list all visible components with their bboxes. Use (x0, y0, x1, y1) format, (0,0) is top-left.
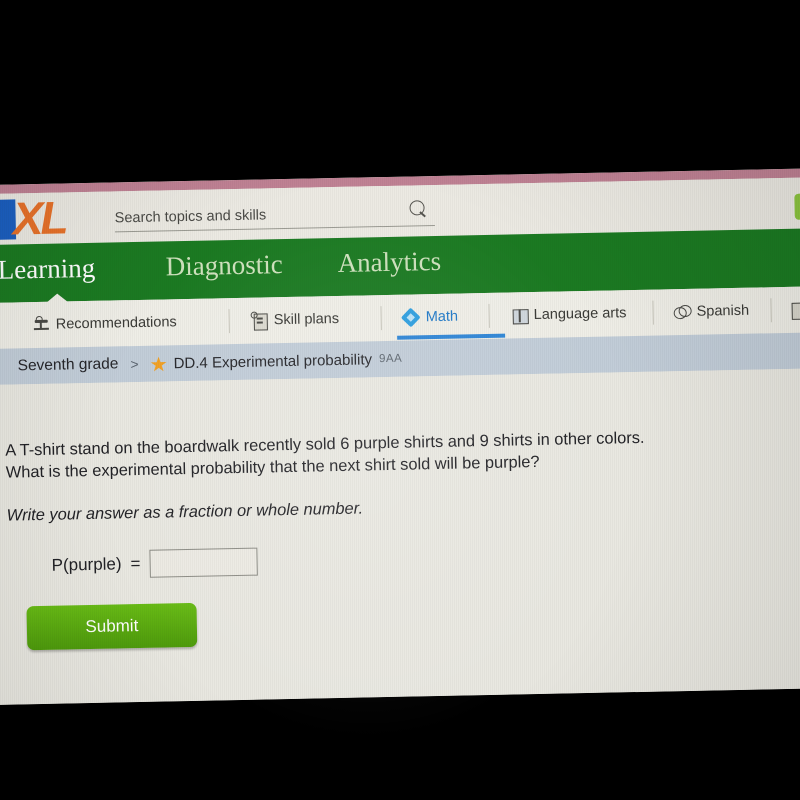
tab-divider (652, 300, 654, 325)
nav-item-learning[interactable]: Learning (0, 253, 95, 286)
tab-recommendations[interactable]: Recommendations (33, 307, 177, 340)
nav-item-diagnostic[interactable]: Diagnostic (165, 249, 283, 282)
answer-input[interactable] (149, 547, 258, 578)
question-panel: A T-shirt stand on the boardwalk recentl… (0, 368, 800, 705)
skill-plans-icon (250, 311, 268, 331)
breadcrumb-grade[interactable]: Seventh grade (17, 355, 118, 375)
photo-of-screen: XL Learning Diagnostic Analytics (0, 0, 800, 800)
tab-science[interactable] (788, 294, 800, 324)
answer-row: P(purple) = (51, 547, 258, 580)
language-arts-icon (511, 306, 529, 325)
logo-xl-text: XL (12, 191, 66, 245)
tab-language-arts[interactable]: Language arts (510, 298, 627, 330)
star-icon[interactable] (150, 355, 166, 371)
tab-recommendations-label: Recommendations (55, 314, 177, 333)
breadcrumb-separator: > (130, 355, 139, 373)
ixl-logo[interactable]: XL (0, 191, 105, 245)
recommendations-icon (33, 315, 50, 334)
tab-spanish[interactable]: Spanish (673, 296, 749, 328)
tab-spanish-label: Spanish (696, 302, 750, 320)
math-icon (400, 307, 421, 328)
nav-item-analytics[interactable]: Analytics (337, 246, 441, 279)
tab-math-label: Math (425, 308, 459, 326)
submit-button[interactable]: Submit (26, 602, 198, 651)
tab-divider (380, 306, 382, 331)
header-action-button[interactable] (794, 193, 800, 220)
tab-divider (770, 298, 772, 323)
science-icon (788, 301, 800, 320)
search-container (114, 199, 435, 239)
equals-sign: = (130, 553, 141, 574)
search-input[interactable] (114, 199, 435, 233)
tab-divider (488, 303, 490, 328)
tab-skill-plans[interactable]: Skill plans (250, 304, 339, 336)
spanish-icon (673, 303, 692, 321)
search-icon-handle (419, 211, 426, 218)
tab-skill-plans-label: Skill plans (273, 310, 340, 329)
tab-language-arts-label: Language arts (533, 305, 627, 324)
answer-instruction: Write your answer as a fraction or whole… (6, 499, 364, 525)
breadcrumb-skill-title: DD.4 Experimental probability (173, 350, 373, 372)
tab-math[interactable]: Math (400, 302, 459, 333)
breadcrumb-skill-code: 9AA (378, 352, 403, 366)
browser-screen: XL Learning Diagnostic Analytics (0, 168, 800, 705)
answer-label: P(purple) (51, 554, 122, 575)
tab-divider (228, 309, 231, 334)
search-icon[interactable] (409, 200, 429, 220)
